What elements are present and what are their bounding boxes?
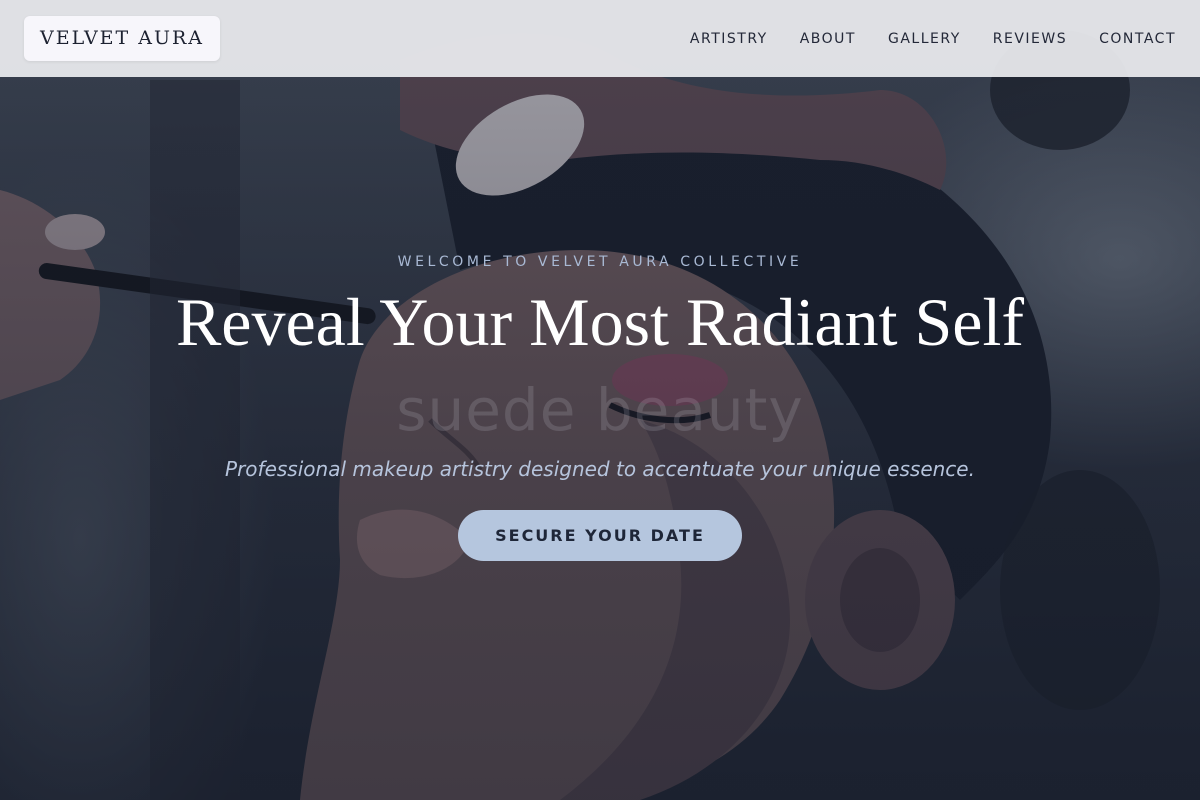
hero-subheadline: Professional makeup artistry designed to… [225,457,975,481]
hero-eyebrow: WELCOME TO VELVET AURA COLLECTIVE [397,254,803,270]
secure-date-button[interactable]: SECURE YOUR DATE [458,510,742,561]
hero-headline: Reveal Your Most Radiant Self [175,284,1025,360]
hero-section: suede beauty WELCOME TO VELVET AURA COLL… [0,0,1200,800]
hero-watermark: suede beauty [396,376,804,444]
